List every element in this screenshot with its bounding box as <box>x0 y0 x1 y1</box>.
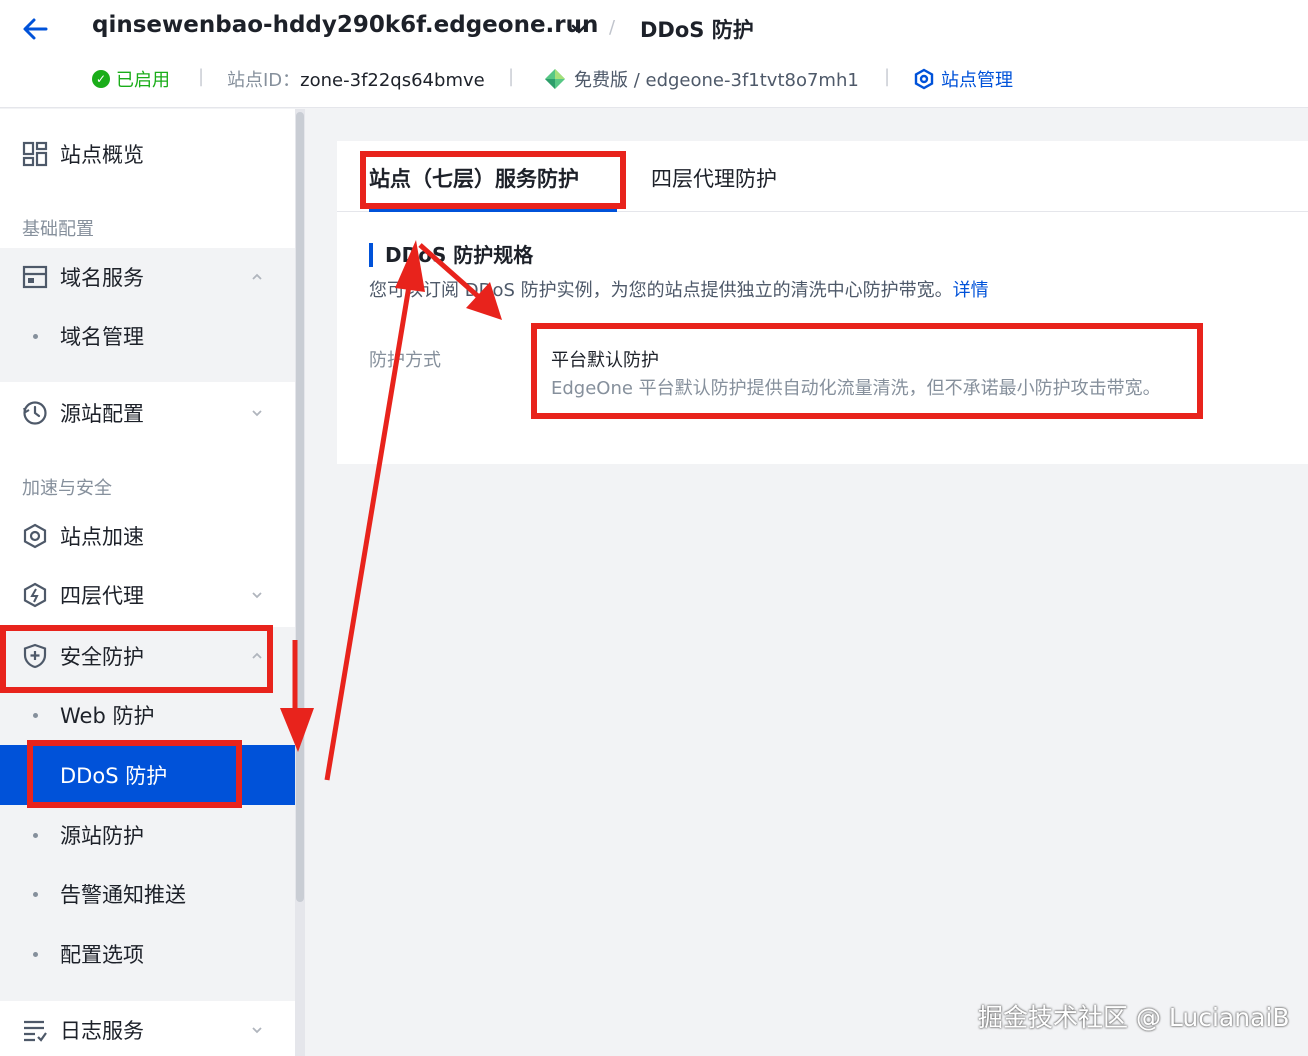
sidebar-scrollbar[interactable] <box>296 112 304 902</box>
sidebar-subitem-alert-push[interactable]: 告警通知推送 <box>0 864 295 924</box>
watermark: 掘金技术社区 @ LucianaiB <box>978 1003 1290 1032</box>
sidebar-item-log-service[interactable]: 日志服务 <box>0 1001 295 1056</box>
sidebar-item-l4-proxy[interactable]: 四层代理 <box>0 566 295 624</box>
log-icon <box>24 1020 47 1042</box>
bullet <box>33 891 38 897</box>
gear-hex-icon <box>914 68 934 90</box>
chevron-down-icon <box>252 592 262 599</box>
protection-mode-label: 防护方式 <box>369 350 441 371</box>
sidebar: 站点概览 基础配置 域名服务 域名管理 源站配置 加速与安全 站点加速 四层代理… <box>0 109 295 1056</box>
dashboard-icon <box>22 141 48 167</box>
annotation-box-security <box>0 625 273 693</box>
site-name[interactable]: qinsewenbao-hddy290k6f.edgeone.run <box>92 12 598 38</box>
details-link[interactable]: 详情 <box>953 280 989 301</box>
sidebar-item-label: 源站防护 <box>60 824 144 848</box>
sidebar-item-label: 站点概览 <box>60 143 144 167</box>
group-label-basic: 基础配置 <box>22 219 94 240</box>
sidebar-subitem-config-options[interactable]: 配置选项 <box>0 924 295 984</box>
status-text: 已启用 <box>116 70 170 91</box>
sidebar-item-origin-config[interactable]: 源站配置 <box>0 384 295 442</box>
site-manage-text: 站点管理 <box>941 70 1013 91</box>
sidebar-item-overview[interactable]: 站点概览 <box>0 125 295 183</box>
sidebar-subitem-domain-manage[interactable]: 域名管理 <box>0 306 295 366</box>
sidebar-subitem-origin-protect[interactable]: 源站防护 <box>0 805 295 865</box>
section-description: 您可以订阅 DDoS 防护实例，为您的站点提供独立的清洗中心防护带宽。详情 <box>369 276 989 302</box>
chevron-down-icon <box>252 410 262 417</box>
group-label-accel: 加速与安全 <box>22 478 112 499</box>
back-arrow-icon[interactable] <box>20 14 50 44</box>
meta-separator: | <box>508 66 515 87</box>
top-header: qinsewenbao-hddy290k6f.edgeone.run / DDo… <box>0 0 1308 108</box>
sidebar-item-domain-service[interactable]: 域名服务 <box>0 248 295 306</box>
sidebar-subitem-web-protect[interactable]: Web 防护 <box>0 685 295 745</box>
zone-id-value: zone-3f22qs64bmve <box>300 70 485 91</box>
sidebar-item-label: 域名管理 <box>60 325 144 349</box>
sidebar-item-site-accel[interactable]: 站点加速 <box>0 507 295 565</box>
annotation-box-tab <box>360 151 626 209</box>
page-title: DDoS 防护 <box>640 18 754 42</box>
chevron-down-icon <box>252 1027 262 1034</box>
meta-separator: | <box>198 66 205 87</box>
section-description-text: 您可以订阅 DDoS 防护实例，为您的站点提供独立的清洗中心防护带宽。 <box>369 280 953 301</box>
section-title: DDoS 防护规格 <box>369 243 533 267</box>
tab-l4-protection[interactable]: 四层代理防护 <box>651 163 777 193</box>
accel-icon <box>23 523 47 549</box>
domain-icon <box>22 265 48 289</box>
check-circle-icon: ✓ <box>92 70 110 88</box>
sidebar-item-label: 告警通知推送 <box>60 883 186 907</box>
bullet <box>33 832 38 838</box>
plan-text: 免费版 / edgeone-3f1tvt8o7mh1 <box>574 70 859 91</box>
bullet <box>33 333 38 339</box>
origin-icon <box>23 401 47 425</box>
site-manage-link[interactable]: 站点管理 <box>913 66 1013 92</box>
sidebar-item-label: 日志服务 <box>60 1019 144 1043</box>
chevron-up-icon <box>252 273 262 280</box>
sidebar-item-label: 配置选项 <box>60 943 144 967</box>
annotation-box-mode <box>531 323 1203 419</box>
annotation-box-ddos <box>27 740 242 808</box>
sidebar-item-label: 域名服务 <box>60 266 144 290</box>
l4-icon <box>23 582 47 608</box>
sidebar-item-label: 站点加速 <box>60 525 144 549</box>
bullet <box>33 712 38 718</box>
chevron-down-icon[interactable] <box>570 20 588 38</box>
sidebar-item-label: 四层代理 <box>60 584 144 608</box>
breadcrumb-separator: / <box>609 17 616 38</box>
gem-icon <box>545 69 565 89</box>
sidebar-item-label: 源站配置 <box>60 402 144 426</box>
status-badge: ✓ 已启用 <box>92 66 170 92</box>
plan-info: 免费版 / edgeone-3f1tvt8o7mh1 <box>544 66 859 92</box>
zone-id-label: 站点ID： <box>227 70 301 91</box>
sidebar-item-label: Web 防护 <box>60 704 155 728</box>
zone-id: 站点ID：zone-3f22qs64bmve <box>227 66 485 92</box>
meta-separator: | <box>884 66 891 87</box>
bullet <box>33 951 38 957</box>
